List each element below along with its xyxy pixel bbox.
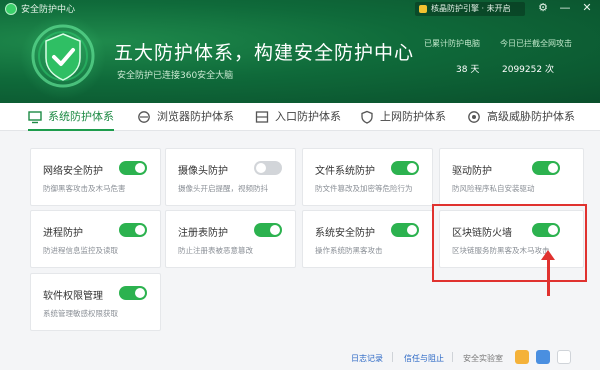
toggle-knob bbox=[256, 163, 266, 173]
protection-card: 注册表防护防止注册表被恶意篡改 bbox=[165, 210, 296, 268]
tab-internet[interactable]: 上网防护体系 bbox=[360, 103, 446, 131]
card-title: 文件系统防护 bbox=[315, 166, 375, 177]
card-description: 操作系统防黑客攻击 bbox=[315, 246, 383, 255]
threat-icon bbox=[468, 111, 480, 123]
card-description: 防止注册表被恶意篡改 bbox=[178, 246, 253, 255]
security-lab-label: 安全实验室 bbox=[463, 354, 503, 363]
protection-card: 摄像头防护摄像头开启提醒，视频防抖 bbox=[165, 148, 296, 206]
stat-blocked-label: 今日已拦截全网攻击 bbox=[500, 39, 572, 48]
toggle-switch[interactable] bbox=[391, 223, 419, 237]
entry-icon bbox=[255, 111, 269, 123]
close-icon[interactable]: ✕ bbox=[579, 0, 595, 16]
protection-card: 驱动防护防风险程序私自安装驱动 bbox=[439, 148, 584, 206]
page-title: 五大防护体系，构建安全防护中心 bbox=[114, 43, 415, 64]
protection-card: 系统安全防护 操作系统防黑客攻击 bbox=[302, 210, 433, 268]
toggle-knob bbox=[270, 225, 280, 235]
toggle-knob bbox=[135, 163, 145, 173]
lab-shield-icon[interactable] bbox=[536, 350, 550, 364]
card-title: 网络安全防护 bbox=[43, 166, 103, 177]
footer-divider bbox=[392, 352, 393, 362]
card-description: 防风险程序私自安装驱动 bbox=[452, 184, 535, 193]
protection-card: 软件权限管理系统管理敏感权限获取 bbox=[30, 273, 161, 331]
protection-card: 网络安全防护防御黑客攻击及木马危害 bbox=[30, 148, 161, 206]
stat-blocked-value: 2099252 次 bbox=[502, 65, 554, 75]
highlight-box bbox=[432, 204, 587, 282]
toggle-switch[interactable] bbox=[119, 161, 147, 175]
log-link[interactable]: 日志记录 bbox=[351, 353, 383, 364]
connection-status: 安全防护已连接360安全大脑 bbox=[117, 71, 234, 81]
engine-label: 核晶防护引擎 · 未开启 bbox=[431, 4, 511, 13]
app-title: 安全防护中心 bbox=[21, 5, 76, 15]
header-banner: 安全防护中心 核晶防护引擎 · 未开启 ⚙ — ✕ 五大防护体系，构建安全防护中… bbox=[0, 0, 600, 103]
engine-icon bbox=[419, 5, 427, 13]
settings-gear-icon[interactable]: ⚙ bbox=[535, 0, 551, 16]
toggle-knob bbox=[407, 225, 417, 235]
toggle-switch[interactable] bbox=[254, 161, 282, 175]
card-description: 防进程信息监控及读取 bbox=[43, 246, 118, 255]
card-title: 系统安全防护 bbox=[315, 228, 375, 239]
card-title: 进程防护 bbox=[43, 228, 83, 239]
footer-divider bbox=[452, 352, 453, 362]
trust-block-link[interactable]: 信任与阻止 bbox=[404, 353, 444, 364]
shield-check-icon bbox=[31, 24, 95, 88]
tab-label: 入口防护体系 bbox=[275, 110, 341, 123]
monitor-icon bbox=[28, 111, 42, 124]
toggle-switch[interactable] bbox=[532, 161, 560, 175]
tab-entry[interactable]: 入口防护体系 bbox=[255, 103, 341, 131]
stat-protect-days-label: 已累计防护电脑 bbox=[424, 39, 480, 48]
toggle-switch[interactable] bbox=[391, 161, 419, 175]
stat-protect-days-value: 38 天 bbox=[456, 65, 480, 75]
tab-system[interactable]: 系统防护体系 bbox=[28, 103, 114, 131]
tab-label: 高级威胁防护体系 bbox=[487, 110, 575, 123]
toggle-switch[interactable] bbox=[254, 223, 282, 237]
tab-label: 上网防护体系 bbox=[380, 110, 446, 123]
app-logo-icon bbox=[5, 3, 17, 15]
tab-advanced-threat[interactable]: 高级威胁防护体系 bbox=[467, 103, 575, 131]
tab-label: 浏览器防护体系 bbox=[157, 110, 234, 123]
title-bar: 安全防护中心 核晶防护引擎 · 未开启 ⚙ — ✕ bbox=[0, 0, 600, 18]
toggle-switch[interactable] bbox=[119, 223, 147, 237]
toggle-knob bbox=[548, 163, 558, 173]
toggle-knob bbox=[407, 163, 417, 173]
toggle-knob bbox=[135, 225, 145, 235]
card-title: 摄像头防护 bbox=[178, 166, 228, 177]
minimize-icon[interactable]: — bbox=[557, 0, 573, 16]
toggle-knob bbox=[135, 288, 145, 298]
browser-icon bbox=[138, 111, 150, 123]
card-title: 驱动防护 bbox=[452, 166, 492, 177]
shield-logo bbox=[20, 14, 106, 100]
shield-icon bbox=[361, 110, 373, 124]
toggle-switch[interactable] bbox=[119, 286, 147, 300]
lab-doc-icon[interactable] bbox=[557, 350, 571, 364]
tab-browser[interactable]: 浏览器防护体系 bbox=[137, 103, 234, 131]
protection-card: 进程防护防进程信息监控及读取 bbox=[30, 210, 161, 268]
tab-bar: 系统防护体系 浏览器防护体系 入口防护体系 上网防护体系 高级威胁防护体系 bbox=[0, 103, 600, 131]
engine-status-button[interactable]: 核晶防护引擎 · 未开启 bbox=[415, 2, 525, 16]
card-title: 注册表防护 bbox=[178, 228, 228, 239]
card-description: 防文件篡改及加密等危险行为 bbox=[315, 184, 413, 193]
card-description: 防御黑客攻击及木马危害 bbox=[43, 184, 126, 193]
lab-tool-icon[interactable] bbox=[515, 350, 529, 364]
card-description: 摄像头开启提醒，视频防抖 bbox=[178, 184, 268, 193]
arrow-line bbox=[547, 258, 550, 296]
card-description: 系统管理敏感权限获取 bbox=[43, 309, 118, 318]
protection-card: 文件系统防护防文件篡改及加密等危险行为 bbox=[302, 148, 433, 206]
card-title: 软件权限管理 bbox=[43, 291, 103, 302]
tab-label: 系统防护体系 bbox=[48, 110, 114, 123]
